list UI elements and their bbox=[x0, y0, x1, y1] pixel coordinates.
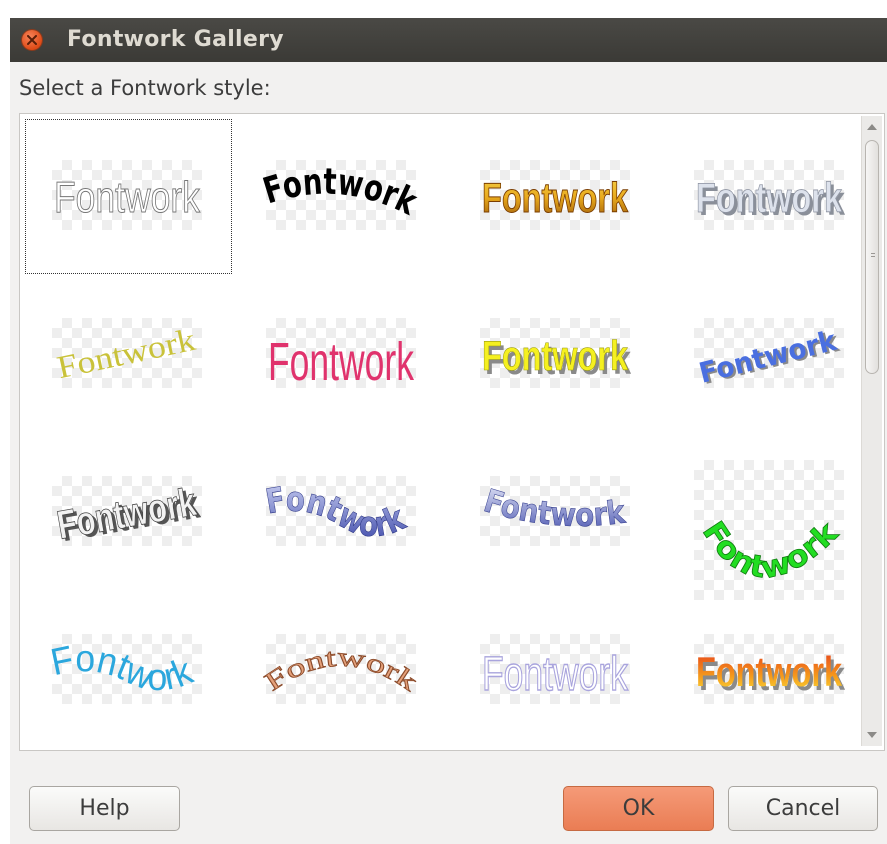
style-tile-4[interactable]: Fontwork Fontwork bbox=[668, 120, 873, 273]
style-text-4: Fontwork bbox=[696, 174, 842, 221]
style-tile-16[interactable]: Fontwork Fontwork bbox=[668, 594, 873, 747]
svg-text:Fontwork: Fontwork bbox=[263, 480, 412, 546]
ok-button[interactable]: OK bbox=[563, 786, 714, 831]
style-preview-blue-3d-wave: Fontwork bbox=[263, 476, 416, 546]
style-preview-pink-perspective: Fontwork bbox=[266, 318, 416, 392]
style-tile-3[interactable]: Fontwork bbox=[454, 120, 659, 273]
style-tile-13[interactable]: Fontwork bbox=[26, 594, 231, 747]
style-tile-6[interactable]: Fontwork bbox=[240, 278, 445, 431]
style-text-10: Fontwork bbox=[263, 479, 413, 546]
style-preview-blue-slant: Fontwork Fontwork bbox=[694, 318, 844, 391]
style-preview-green-arc: Fontwork bbox=[694, 460, 846, 600]
grip-icon bbox=[871, 253, 875, 261]
select-style-label: Select a Fontwork style: bbox=[19, 76, 271, 100]
style-preview-lavender-outline: Fontwork bbox=[480, 634, 630, 704]
style-tile-2[interactable]: Fontwork bbox=[240, 120, 445, 273]
style-tile-10[interactable]: Fontwork bbox=[240, 436, 445, 589]
window-title: Fontwork Gallery bbox=[67, 27, 284, 52]
style-text-16: Fontwork bbox=[696, 648, 842, 695]
style-preview-blue-3d-curve: Fontwork bbox=[479, 476, 630, 546]
title-bar[interactable]: Fontwork Gallery bbox=[10, 18, 887, 62]
style-text-13: Fontwork bbox=[47, 638, 199, 699]
style-preview-silver-3d: Fontwork Fontwork bbox=[694, 160, 845, 230]
scroll-thumb[interactable] bbox=[865, 140, 879, 374]
fontwork-style-gallery[interactable]: Fontwork Fontwork Fontwork Fontwork Font… bbox=[19, 113, 885, 751]
style-preview-yellow-slanted: Fontwork bbox=[52, 318, 202, 388]
scroll-up-arrow-icon[interactable] bbox=[867, 124, 877, 130]
style-tile-14[interactable]: Fontwork bbox=[240, 594, 445, 747]
style-tile-9[interactable]: Fontwork Fontwork bbox=[26, 436, 231, 589]
style-text-15: Fontwork bbox=[482, 648, 629, 701]
style-tile-15[interactable]: Fontwork bbox=[454, 594, 659, 747]
help-button[interactable]: Help bbox=[29, 786, 180, 831]
style-tile-1[interactable]: Fontwork bbox=[25, 119, 232, 274]
style-text-2: Fontwork bbox=[259, 162, 424, 224]
style-tile-12[interactable]: Fontwork bbox=[668, 436, 873, 600]
close-icon[interactable] bbox=[22, 30, 42, 50]
scroll-down-arrow-icon[interactable] bbox=[867, 732, 877, 738]
style-preview-arch-black: Fontwork bbox=[259, 160, 424, 230]
style-preview-outline-white: Fontwork bbox=[52, 160, 202, 230]
svg-text:Fontwork: Fontwork bbox=[480, 481, 628, 534]
style-preview-yellow-3d: Fontwork Fontwork bbox=[480, 318, 631, 388]
cancel-button[interactable]: Cancel bbox=[728, 786, 878, 831]
style-text-3: Fontwork bbox=[482, 174, 628, 221]
style-preview-brown-arch: Fontwork bbox=[259, 634, 423, 704]
gallery-scrollbar[interactable] bbox=[861, 116, 882, 746]
style-text-14: Fontwork bbox=[259, 642, 423, 697]
style-preview-orange-fire: Fontwork Fontwork bbox=[694, 634, 845, 704]
fontwork-gallery-dialog: Fontwork Gallery Select a Fontwork style… bbox=[10, 18, 887, 844]
style-text-1: Fontwork bbox=[54, 173, 201, 222]
style-text-12: Fontwork bbox=[695, 514, 846, 587]
svg-text:Fontwork: Fontwork bbox=[259, 162, 424, 224]
svg-text:Fontwork: Fontwork bbox=[695, 515, 845, 587]
style-preview-gold-gradient: Fontwork bbox=[480, 160, 630, 230]
svg-text:Fontwork: Fontwork bbox=[47, 638, 199, 699]
style-tile-11[interactable]: Fontwork bbox=[454, 436, 659, 589]
style-preview-cyan-wave: Fontwork bbox=[47, 634, 202, 704]
style-text-7: Fontwork bbox=[482, 332, 628, 379]
style-text-11: Fontwork bbox=[479, 481, 628, 534]
style-tile-8[interactable]: Fontwork Fontwork bbox=[668, 278, 873, 431]
svg-text:Fontwork: Fontwork bbox=[259, 642, 422, 696]
style-preview-gray-perspective: Fontwork Fontwork bbox=[52, 476, 203, 550]
style-text-8: Fontwork bbox=[696, 324, 841, 390]
style-tile-7[interactable]: Fontwork Fontwork bbox=[454, 278, 659, 431]
style-text-6: Fontwork bbox=[268, 332, 415, 392]
style-tile-5[interactable]: Fontwork bbox=[26, 278, 231, 431]
style-text-5: Fontwork bbox=[54, 321, 198, 385]
